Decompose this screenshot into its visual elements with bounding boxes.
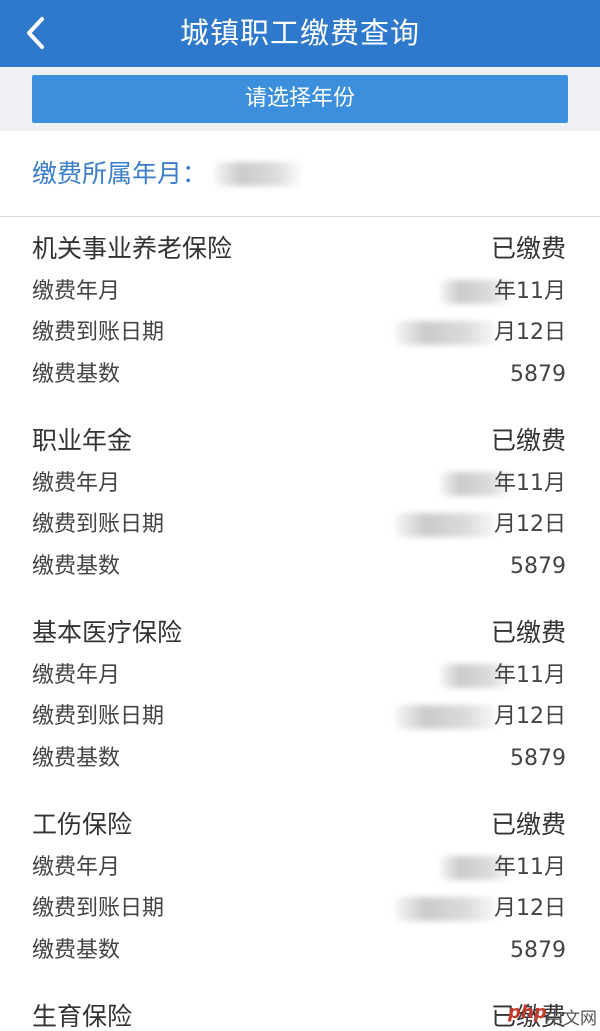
row-value-month: 年11月 [494,663,566,688]
redacted-date [396,513,496,537]
watermark-brand: php [508,1002,547,1023]
row-label-month: 缴费年月 [32,471,121,496]
section-name: 生育保险 [32,1002,133,1031]
row-value-base: 5879 [510,554,566,579]
row-label-month: 缴费年月 [32,279,121,304]
insurance-section-annuity: 职业年金 已缴费 缴费年月 年11月 缴费到账日期 月12日 缴费基数 5879 [0,408,600,600]
status-badge: 已缴费 [490,618,566,647]
section-name: 基本医疗保险 [32,618,183,647]
section-name: 工伤保险 [32,810,133,839]
row-label-arrival-date: 缴费到账日期 [32,320,165,345]
watermark-site: 中文网 [546,1009,597,1029]
row-value-base: 5879 [510,938,566,963]
redacted-date [396,897,496,921]
insurance-section-medical: 基本医疗保险 已缴费 缴费年月 年11月 缴费到账日期 月12日 缴费基数 58… [0,600,600,792]
row-label-arrival-date: 缴费到账日期 [32,896,165,921]
insurance-section-pension: 机关事业养老保险 已缴费 缴费年月 年11月 缴费到账日期 月12日 缴费基数 … [0,216,600,408]
status-badge: 已缴费 [490,426,566,455]
select-year-button[interactable]: 请选择年份 [32,75,568,123]
payment-period-row: 缴费所属年月： [0,131,600,217]
row-label-base: 缴费基数 [32,362,121,387]
insurance-section-injury: 工伤保险 已缴费 缴费年月 年11月 缴费到账日期 月12日 缴费基数 5879 [0,792,600,984]
row-label-month: 缴费年月 [32,663,121,688]
row-label-base: 缴费基数 [32,554,121,579]
row-value-arrival-date: 月12日 [494,704,566,729]
row-label-arrival-date: 缴费到账日期 [32,512,165,537]
year-select-bar: 请选择年份 [0,67,600,131]
app-header: 城镇职工缴费查询 [0,0,600,67]
section-name: 职业年金 [32,426,133,455]
row-value-arrival-date: 月12日 [494,320,566,345]
redacted-date [396,321,496,345]
row-value-month: 年11月 [494,279,566,304]
redacted-date [396,705,496,729]
status-badge: 已缴费 [490,810,566,839]
row-label-base: 缴费基数 [32,746,121,771]
status-badge: 已缴费 [490,234,566,263]
payment-period-value-redacted [215,162,300,186]
row-label-arrival-date: 缴费到账日期 [32,704,165,729]
row-value-month: 年11月 [494,471,566,496]
row-label-base: 缴费基数 [32,938,121,963]
row-value-base: 5879 [510,746,566,771]
payment-period-label: 缴费所属年月： [32,159,208,188]
row-label-month: 缴费年月 [32,855,121,880]
row-value-arrival-date: 月12日 [494,896,566,921]
row-value-month: 年11月 [494,855,566,880]
section-name: 机关事业养老保险 [32,234,233,263]
page-title: 城镇职工缴费查询 [179,16,420,50]
row-value-base: 5879 [510,362,566,387]
site-watermark: php 中文网 [488,1000,598,1030]
row-value-arrival-date: 月12日 [494,512,566,537]
